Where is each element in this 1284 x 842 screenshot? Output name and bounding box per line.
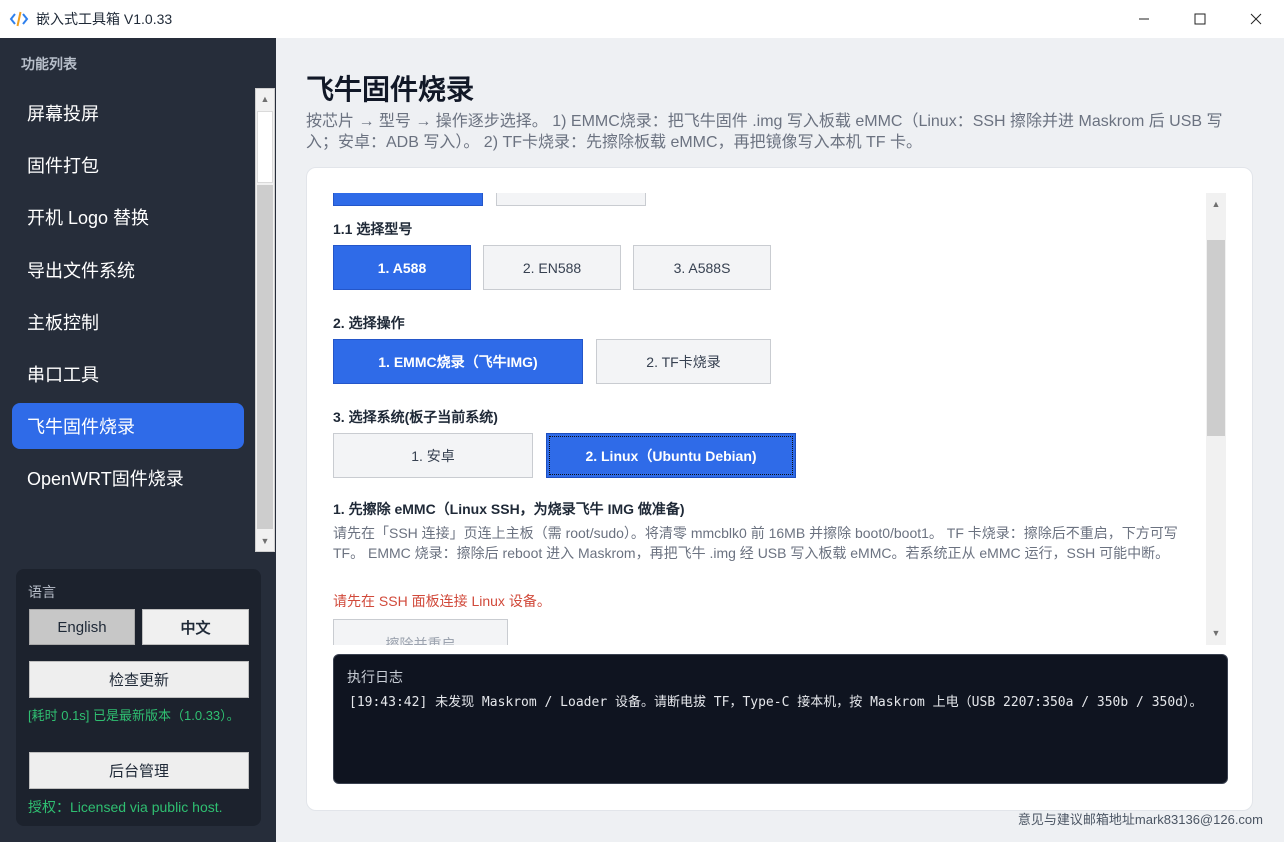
model-option-a588s[interactable]: 3. A588S xyxy=(633,245,771,290)
operation-label: 2. 选择操作 xyxy=(333,315,405,331)
flash-options-area: 1.1 选择型号 1. A588 2. EN588 3. A588S 2. 选择… xyxy=(307,193,1207,645)
check-update-button[interactable]: 检查更新 xyxy=(29,661,249,698)
operation-option-tf[interactable]: 2. TF卡烧录 xyxy=(596,339,771,384)
close-icon xyxy=(1250,13,1262,25)
flash-card: 1.1 选择型号 1. A588 2. EN588 3. A588S 2. 选择… xyxy=(306,167,1253,811)
maximize-icon xyxy=(1194,13,1206,25)
sidebar-scrollbar[interactable]: ▲ ▼ xyxy=(255,88,275,552)
chip-option[interactable] xyxy=(496,193,646,206)
log-title: 执行日志 xyxy=(347,669,403,685)
sidebar-item-serial-tool[interactable]: 串口工具 xyxy=(12,351,244,397)
maximize-button[interactable] xyxy=(1172,0,1228,38)
license-text: 授权：Licensed via public host. xyxy=(28,799,223,815)
sidebar-item-fnos-flash[interactable]: 飞牛固件烧录 xyxy=(12,403,244,450)
settings-panel: 语言 English 中文 检查更新 [耗时 0.1s] 已是最新版本（1.0.… xyxy=(16,569,261,826)
sidebar: 功能列表 屏幕投屏 固件打包 开机 Logo 替换 导出文件系统 主板控制 串口… xyxy=(0,38,276,842)
feedback-email: 意见与建议邮箱地址mark83136@126.com xyxy=(1017,812,1263,827)
main-content: 飞牛固件烧录 按芯片 → 型号 → 操作逐步选择。 1) EMMC烧录：把飞牛固… xyxy=(276,38,1284,842)
sidebar-item-board-control[interactable]: 主板控制 xyxy=(12,299,244,345)
sidebar-scroll-track[interactable] xyxy=(257,185,273,529)
log-panel: 执行日志 [19:43:42] 未发现 Maskrom / Loader 设备。… xyxy=(333,654,1228,784)
page-title: 飞牛固件烧录 xyxy=(306,74,475,105)
model-label: 1.1 选择型号 xyxy=(333,221,413,237)
sidebar-item-screen-cast[interactable]: 屏幕投屏 xyxy=(12,90,244,136)
model-option-a588[interactable]: 1. A588 xyxy=(333,245,471,290)
scroll-up-icon[interactable]: ▲ xyxy=(256,90,274,108)
system-label: 3. 选择系统(板子当前系统) xyxy=(333,409,498,425)
ssh-warning-text: 请先在 SSH 面板连接 Linux 设备。 xyxy=(333,593,551,609)
app-logo-icon xyxy=(9,9,29,29)
chip-option-selected[interactable] xyxy=(333,193,483,206)
sidebar-item-openwrt-flash[interactable]: OpenWRT固件烧录 xyxy=(12,455,244,501)
erase-reboot-button[interactable]: 擦除并重启 xyxy=(333,619,508,645)
sidebar-header: 功能列表 xyxy=(21,56,77,72)
admin-button[interactable]: 后台管理 xyxy=(29,752,249,789)
sidebar-item-boot-logo[interactable]: 开机 Logo 替换 xyxy=(12,194,244,240)
title-bar: 嵌入式工具箱 V1.0.33 xyxy=(0,0,1284,38)
model-option-en588[interactable]: 2. EN588 xyxy=(483,245,621,290)
system-option-android[interactable]: 1. 安卓 xyxy=(333,433,533,478)
operation-option-emmc[interactable]: 1. EMMC烧录（飞牛IMG) xyxy=(333,339,583,384)
english-button[interactable]: English xyxy=(29,609,135,645)
minimize-button[interactable] xyxy=(1116,0,1172,38)
log-line: [19:43:42] 未发现 Maskrom / Loader 设备。请断电拔 … xyxy=(349,695,1203,710)
sidebar-item-firmware-pack[interactable]: 固件打包 xyxy=(12,142,244,188)
language-label: 语言 xyxy=(28,584,56,600)
chinese-button[interactable]: 中文 xyxy=(142,609,249,645)
scroll-down-icon[interactable]: ▼ xyxy=(256,532,274,550)
close-button[interactable] xyxy=(1228,0,1284,38)
scroll-up-icon[interactable]: ▲ xyxy=(1206,195,1226,213)
window-title: 嵌入式工具箱 V1.0.33 xyxy=(36,11,173,27)
sidebar-nav: 屏幕投屏 固件打包 开机 Logo 替换 导出文件系统 主板控制 串口工具 飞牛… xyxy=(12,90,244,508)
page-description: 按芯片 → 型号 → 操作逐步选择。 1) EMMC烧录：把飞牛固件 .img … xyxy=(306,113,1223,151)
erase-step-description: 请先在「SSH 连接」页连上主板（需 root/sudo）。将清零 mmcblk… xyxy=(333,525,1178,561)
minimize-icon xyxy=(1139,18,1149,20)
card-scrollbar[interactable]: ▲ ▼ xyxy=(1206,193,1226,645)
system-option-linux[interactable]: 2. Linux（Ubuntu Debian) xyxy=(546,433,796,478)
erase-step-title: 1. 先擦除 eMMC（Linux SSH，为烧录飞牛 IMG 做准备) xyxy=(333,501,685,517)
update-status-text: [耗时 0.1s] 已是最新版本（1.0.33）。 xyxy=(28,708,240,723)
scroll-down-icon[interactable]: ▼ xyxy=(1206,624,1226,642)
sidebar-item-export-fs[interactable]: 导出文件系统 xyxy=(12,247,244,293)
sidebar-scroll-thumb[interactable] xyxy=(257,111,273,183)
card-scroll-thumb[interactable] xyxy=(1207,240,1225,436)
